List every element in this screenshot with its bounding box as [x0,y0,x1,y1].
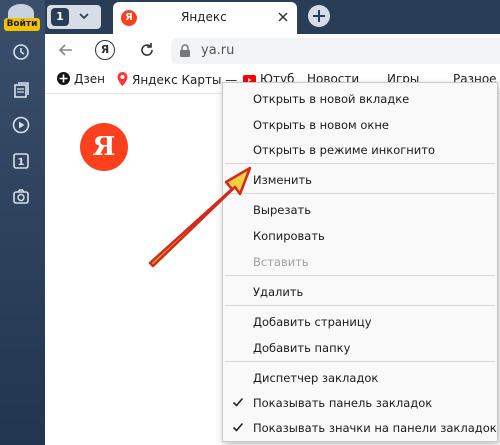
new-tab-button[interactable] [308,5,330,27]
checkmark-icon [232,422,244,432]
menu-item-copy[interactable]: Копировать [253,229,325,243]
navigation-bar: Я ya.ru [45,34,500,66]
menu-item-edit[interactable]: Изменить [253,173,312,187]
menu-separator [225,275,495,276]
menu-item-add-page[interactable]: Добавить страницу [253,315,372,329]
yandex-favicon-icon: Я [121,10,137,26]
lock-icon[interactable] [179,44,191,58]
reload-icon[interactable] [138,41,156,59]
tab-yandex[interactable]: Я Яндекс [113,2,297,34]
menu-item-show-bookmark-icons[interactable]: Показывать значки на панели закладок [253,421,497,435]
menu-item-open-incognito[interactable]: Открыть в режиме инкогнито [253,143,435,157]
yandex-logo[interactable]: Я [80,123,128,171]
menu-item-open-new-window[interactable]: Открыть в новом окне [253,118,389,132]
map-pin-icon [117,72,128,86]
login-button[interactable]: Войти [4,18,40,31]
menu-item-show-bookmarks-bar[interactable]: Показывать панель закладок [253,396,432,410]
menu-item-cut[interactable]: Вырезать [253,203,311,217]
bookmark-yandex-maps[interactable]: Яндекс Карты — [117,72,237,87]
menu-item-bookmark-manager[interactable]: Диспетчер закладок [253,371,378,385]
sidebar: Войти 1 [0,0,45,445]
screenshot-icon[interactable] [11,187,31,207]
tab-strip: 1 Я Яндекс [45,0,500,34]
context-menu: Открыть в новой вкладке Открыть в новом … [222,82,498,442]
collections-icon[interactable] [11,80,31,100]
tab-title: Яндекс [181,10,227,24]
menu-item-delete[interactable]: Удалить [253,285,303,299]
tab-count-label: 1 [18,157,25,168]
menu-item-open-new-tab[interactable]: Открыть в новой вкладке [253,92,409,106]
tab-group-button[interactable]: 1 [47,5,101,29]
dzen-icon [57,72,70,85]
address-field[interactable]: ya.ru [171,38,500,64]
play-icon[interactable] [11,115,31,135]
menu-separator [225,305,495,306]
plus-icon [313,10,325,22]
url-text: ya.ru [201,43,235,58]
clock-icon[interactable] [11,42,31,62]
bookmark-label: Дзен [74,72,105,86]
menu-separator [225,193,495,194]
menu-item-paste: Вставить [253,255,309,269]
bookmark-dzen[interactable]: Дзен [57,72,105,86]
checkmark-icon [232,397,244,407]
chevron-down-icon [79,13,89,20]
tab-count-icon[interactable]: 1 [11,151,31,171]
menu-separator [225,361,495,362]
menu-separator [225,163,495,164]
tab-group-count: 1 [51,8,69,26]
back-arrow-icon[interactable] [57,41,75,59]
close-icon[interactable] [277,11,289,23]
menu-item-add-folder[interactable]: Добавить папку [253,341,350,355]
yandex-button[interactable]: Я [95,40,115,60]
